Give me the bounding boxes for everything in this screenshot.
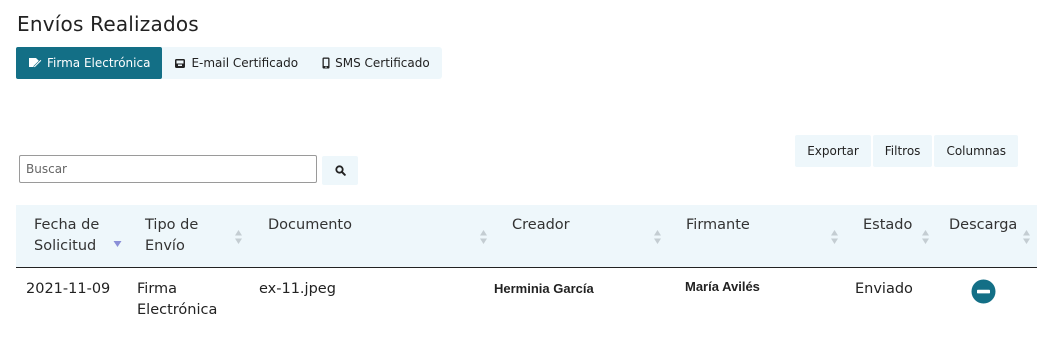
column-header-label: Creador [512,217,570,233]
column-header-label: Envío [145,238,185,254]
cell-fecha: 2021-11-09 [26,281,111,297]
page-title: Envíos Realizados [17,12,199,36]
search-icon [334,161,346,180]
tab-sms-certificado[interactable]: SMS Certificado [310,47,442,79]
search-button[interactable] [322,156,358,185]
filters-button[interactable]: Filtros [872,135,933,167]
column-header-firmante[interactable]: Firmante [666,205,842,267]
column-header-documento[interactable]: Documento [248,205,488,267]
tab-email-certificado[interactable]: E-mail Certificado [162,47,310,79]
column-header-estado[interactable]: Estado [842,205,932,267]
sort-icon[interactable] [1022,229,1031,249]
mobile-icon [322,57,330,69]
sort-icon[interactable] [234,229,243,249]
column-header-label: Estado [863,217,913,233]
tab-label: Firma Electrónica [47,56,151,70]
send-type-tabs: Firma Electrónica E-mail Certificado SMS… [16,47,442,79]
column-header-label: Tipo de [145,217,199,233]
column-header-label: Descarga [949,217,1018,233]
tab-firma-electronica[interactable]: Firma Electrónica [16,47,163,79]
sort-icon[interactable] [653,229,662,249]
column-header-label: Firmante [686,217,750,233]
export-button[interactable]: Exportar [795,135,871,167]
sort-icon[interactable] [830,229,839,249]
columns-button[interactable]: Columnas [934,135,1018,167]
inbox-icon [174,58,186,69]
table-header: Fecha de Solicitud Tipo de Envío Documen… [16,205,1037,268]
table-toolbar: Exportar Filtros Columnas [795,135,1018,167]
cell-tipo-line: Firma [137,281,178,297]
cell-tipo-line: Electrónica [137,302,218,318]
search-input[interactable] [19,155,317,183]
cell-creador: Herminia García [494,281,594,296]
sort-descending-icon[interactable] [113,236,122,252]
sort-icon[interactable] [479,229,488,249]
cell-estado: Enviado [855,281,913,297]
column-header-label: Solicitud [34,238,97,254]
column-header-descarga[interactable]: Descarga [932,205,1037,267]
column-header-label: Fecha de [34,217,100,233]
minus-circle-icon[interactable] [971,279,996,304]
column-header-fecha[interactable]: Fecha de Solicitud [16,205,128,267]
cell-firmante: María Avilés [685,279,760,294]
column-header-label: Documento [268,217,352,233]
cell-tipo: Firma Electrónica [137,279,217,321]
column-header-tipo[interactable]: Tipo de Envío [128,205,248,267]
column-header-creador[interactable]: Creador [488,205,666,267]
tab-label: E-mail Certificado [191,56,299,70]
tab-label: SMS Certificado [335,56,430,70]
cell-documento: ex-11.jpeg [259,281,336,297]
signature-icon [28,57,42,69]
sort-icon[interactable] [921,229,930,249]
